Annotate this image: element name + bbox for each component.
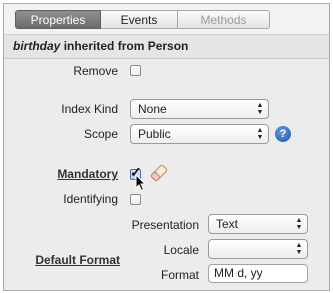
remove-checkbox[interactable]: [130, 65, 141, 76]
property-name: birthday: [13, 39, 61, 53]
format-field[interactable]: MM d, yy: [208, 264, 308, 283]
mandatory-label[interactable]: Mandatory: [24, 167, 118, 181]
inherited-from-label: inherited from Person: [63, 39, 189, 53]
tab-bar: Properties Events Methods: [4, 4, 329, 35]
tab-methods: Methods: [178, 10, 270, 29]
locale-label: Locale: [163, 243, 199, 257]
select-arrows-icon: ▲ ▼: [256, 102, 264, 116]
identifying-checkbox[interactable]: [130, 194, 141, 205]
property-header: birthday inherited from Person: [4, 35, 329, 59]
presentation-select[interactable]: Text ▲ ▼: [208, 214, 308, 234]
tab-properties[interactable]: Properties: [15, 10, 101, 29]
eraser-icon[interactable]: [149, 164, 169, 182]
select-arrows-icon: ▲ ▼: [295, 217, 303, 231]
index-kind-label: Index Kind: [61, 102, 118, 116]
locale-select[interactable]: ▲ ▼: [208, 239, 308, 259]
select-arrows-icon: ▲ ▼: [256, 127, 264, 141]
pointer-cursor: [135, 174, 147, 192]
scope-label: Scope: [83, 127, 118, 141]
format-label: Format: [160, 268, 199, 282]
presentation-value: Text: [216, 217, 239, 231]
index-kind-value: None: [138, 102, 167, 116]
segmented-tabs: Properties Events Methods: [15, 10, 270, 29]
remove-label: Remove: [73, 64, 118, 78]
help-icon[interactable]: ?: [275, 126, 291, 142]
presentation-label: Presentation: [131, 218, 199, 232]
index-kind-select[interactable]: None ▲ ▼: [130, 99, 269, 119]
default-format-label[interactable]: Default Format: [24, 253, 120, 267]
inspector-panel: Properties Events Methods birthday inher…: [3, 3, 330, 291]
identifying-label: Identifying: [63, 192, 118, 206]
select-arrows-icon: ▲ ▼: [295, 242, 303, 256]
scope-select[interactable]: Public ▲ ▼: [130, 124, 269, 144]
scope-value: Public: [138, 127, 171, 141]
tab-events[interactable]: Events: [101, 10, 178, 29]
